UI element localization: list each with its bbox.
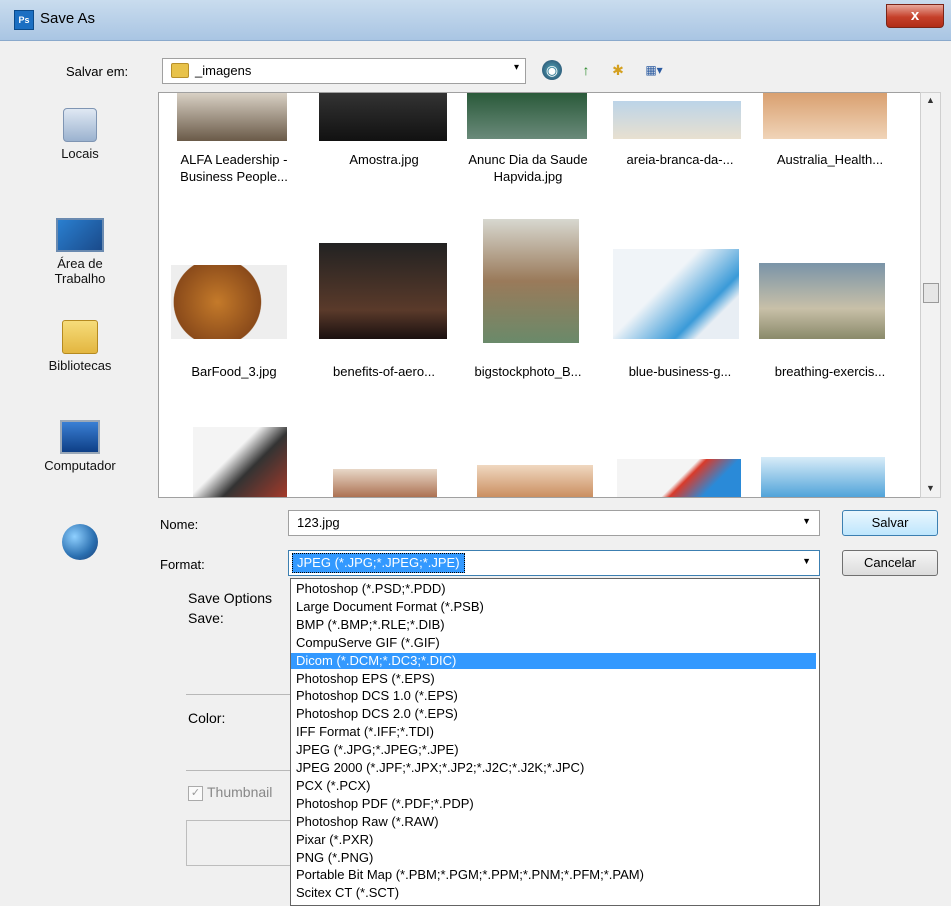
title-bar bbox=[0, 0, 951, 41]
file-name-label: Nome: bbox=[160, 517, 199, 532]
file-thumbnail[interactable] bbox=[613, 249, 739, 339]
file-thumbnail[interactable] bbox=[193, 427, 287, 497]
file-thumbnail[interactable] bbox=[171, 265, 287, 339]
format-value: JPEG (*.JPG;*.JPEG;*.JPE) bbox=[292, 553, 465, 573]
file-thumbnail[interactable] bbox=[761, 457, 885, 497]
format-option[interactable]: Photoshop DCS 1.0 (*.EPS) bbox=[291, 688, 816, 704]
format-option[interactable]: Scitex CT (*.SCT) bbox=[291, 885, 816, 901]
save-button[interactable]: Salvar bbox=[842, 510, 938, 536]
cancel-button[interactable]: Cancelar bbox=[842, 550, 938, 576]
up-folder-icon[interactable]: ↑ bbox=[576, 60, 596, 80]
file-name[interactable]: blue-business-g... bbox=[605, 363, 755, 380]
file-thumbnail[interactable] bbox=[333, 469, 437, 497]
save-options-save-label: Save: bbox=[188, 610, 224, 626]
thumbnail-label: Thumbnail bbox=[207, 784, 273, 800]
views-menu-icon[interactable]: ▦▾ bbox=[640, 60, 668, 80]
place-label: Computador bbox=[44, 458, 116, 473]
format-option[interactable]: PCX (*.PCX) bbox=[291, 778, 816, 794]
format-option[interactable]: Large Document Format (*.PSB) bbox=[291, 599, 816, 615]
scroll-up-icon[interactable]: ▲ bbox=[921, 95, 940, 105]
place-recent[interactable]: Locais bbox=[30, 108, 130, 161]
place-libraries[interactable]: Bibliotecas bbox=[30, 320, 130, 373]
file-thumbnail[interactable] bbox=[477, 465, 593, 497]
close-icon: x bbox=[910, 7, 920, 24]
file-name[interactable]: Anunc Dia da Saude Hapvida.jpg bbox=[453, 151, 603, 185]
location-dropdown[interactable]: _imagens ▾ bbox=[162, 58, 526, 84]
new-folder-icon[interactable]: ✱ bbox=[608, 60, 628, 80]
file-thumbnail[interactable] bbox=[763, 93, 887, 139]
chevron-down-icon: ▾ bbox=[513, 62, 519, 73]
format-option[interactable]: BMP (*.BMP;*.RLE;*.DIB) bbox=[291, 617, 816, 633]
scroll-down-icon[interactable]: ▼ bbox=[921, 483, 940, 493]
file-thumbnail[interactable] bbox=[613, 101, 741, 139]
format-option[interactable]: JPEG 2000 (*.JPF;*.JPX;*.JP2;*.J2C;*.J2K… bbox=[291, 760, 816, 776]
back-icon[interactable]: ◉ bbox=[542, 60, 562, 80]
file-thumbnail[interactable] bbox=[617, 459, 741, 497]
file-name[interactable]: areia-branca-da-... bbox=[605, 151, 755, 168]
place-computer[interactable]: Computador bbox=[30, 420, 130, 473]
chevron-down-icon[interactable]: ▼ bbox=[802, 556, 811, 566]
window-title: Save As bbox=[40, 10, 96, 27]
file-name[interactable]: BarFood_3.jpg bbox=[159, 363, 309, 380]
format-option[interactable]: JPEG (*.JPG;*.JPEG;*.JPE) bbox=[291, 742, 816, 758]
divider bbox=[186, 770, 296, 771]
file-list[interactable]: ALFA Leadership - Business People... Amo… bbox=[158, 92, 922, 498]
close-button[interactable]: x bbox=[886, 4, 944, 28]
location-value: _imagens bbox=[195, 63, 252, 78]
file-thumbnail[interactable] bbox=[759, 263, 885, 339]
scroll-thumb[interactable] bbox=[923, 283, 939, 303]
color-label: Color: bbox=[188, 710, 226, 726]
file-thumbnail[interactable] bbox=[319, 243, 447, 339]
computer-icon bbox=[60, 420, 100, 454]
divider bbox=[186, 694, 296, 695]
file-thumbnail[interactable] bbox=[483, 219, 579, 343]
folder-icon bbox=[171, 63, 189, 78]
file-thumbnail[interactable] bbox=[319, 93, 447, 141]
network-globe-icon[interactable] bbox=[62, 524, 98, 560]
thumbnail-checkbox: ✓ bbox=[188, 786, 203, 801]
format-option[interactable]: Pixar (*.PXR) bbox=[291, 832, 816, 848]
place-label: Locais bbox=[61, 146, 99, 161]
save-in-label: Salvar em: bbox=[66, 64, 129, 79]
place-label: Bibliotecas bbox=[48, 358, 112, 373]
file-name[interactable]: breathing-exercis... bbox=[755, 363, 905, 380]
chevron-down-icon[interactable]: ▼ bbox=[802, 516, 811, 526]
file-name[interactable]: bigstockphoto_B... bbox=[453, 363, 603, 380]
format-option[interactable]: Photoshop (*.PSD;*.PDD) bbox=[291, 581, 816, 597]
file-name[interactable]: benefits-of-aero... bbox=[309, 363, 459, 380]
photoshop-icon: Ps bbox=[14, 10, 34, 30]
recent-places-icon bbox=[63, 108, 97, 142]
file-name[interactable]: Amostra.jpg bbox=[309, 151, 459, 168]
format-dropdown-list[interactable]: Photoshop (*.PSD;*.PDD) Large Document Fo… bbox=[290, 578, 820, 906]
desktop-icon bbox=[56, 218, 104, 252]
file-name-value: 123.jpg bbox=[297, 515, 340, 530]
format-option[interactable]: IFF Format (*.IFF;*.TDI) bbox=[291, 724, 816, 740]
place-label: Área de Trabalho bbox=[54, 256, 106, 286]
format-option[interactable]: Photoshop EPS (*.EPS) bbox=[291, 671, 816, 687]
format-option[interactable]: PNG (*.PNG) bbox=[291, 850, 816, 866]
format-option[interactable]: Photoshop PDF (*.PDF;*.PDP) bbox=[291, 796, 816, 812]
file-name-input[interactable]: 123.jpg ▼ bbox=[288, 510, 820, 536]
format-option[interactable]: Portable Bit Map (*.PBM;*.PGM;*.PPM;*.PN… bbox=[291, 867, 816, 883]
file-name[interactable]: Australia_Health... bbox=[755, 151, 905, 168]
format-dropdown[interactable]: JPEG (*.JPG;*.JPEG;*.JPE) ▼ bbox=[288, 550, 820, 576]
format-option[interactable]: Dicom (*.DCM;*.DC3;*.DIC) bbox=[291, 652, 816, 669]
file-thumbnail[interactable] bbox=[177, 93, 287, 141]
format-option[interactable]: Photoshop DCS 2.0 (*.EPS) bbox=[291, 706, 816, 722]
format-label: Format: bbox=[160, 557, 205, 572]
libraries-icon bbox=[62, 320, 98, 354]
place-desktop[interactable]: Área de Trabalho bbox=[30, 218, 130, 286]
file-thumbnail[interactable] bbox=[467, 93, 587, 139]
save-options-title: Save Options bbox=[188, 590, 273, 606]
file-name[interactable]: ALFA Leadership - Business People... bbox=[159, 151, 309, 185]
format-option[interactable]: CompuServe GIF (*.GIF) bbox=[291, 635, 816, 651]
options-panel bbox=[186, 820, 296, 866]
vertical-scrollbar[interactable]: ▲ ▼ bbox=[920, 92, 941, 498]
format-option[interactable]: Photoshop Raw (*.RAW) bbox=[291, 814, 816, 830]
